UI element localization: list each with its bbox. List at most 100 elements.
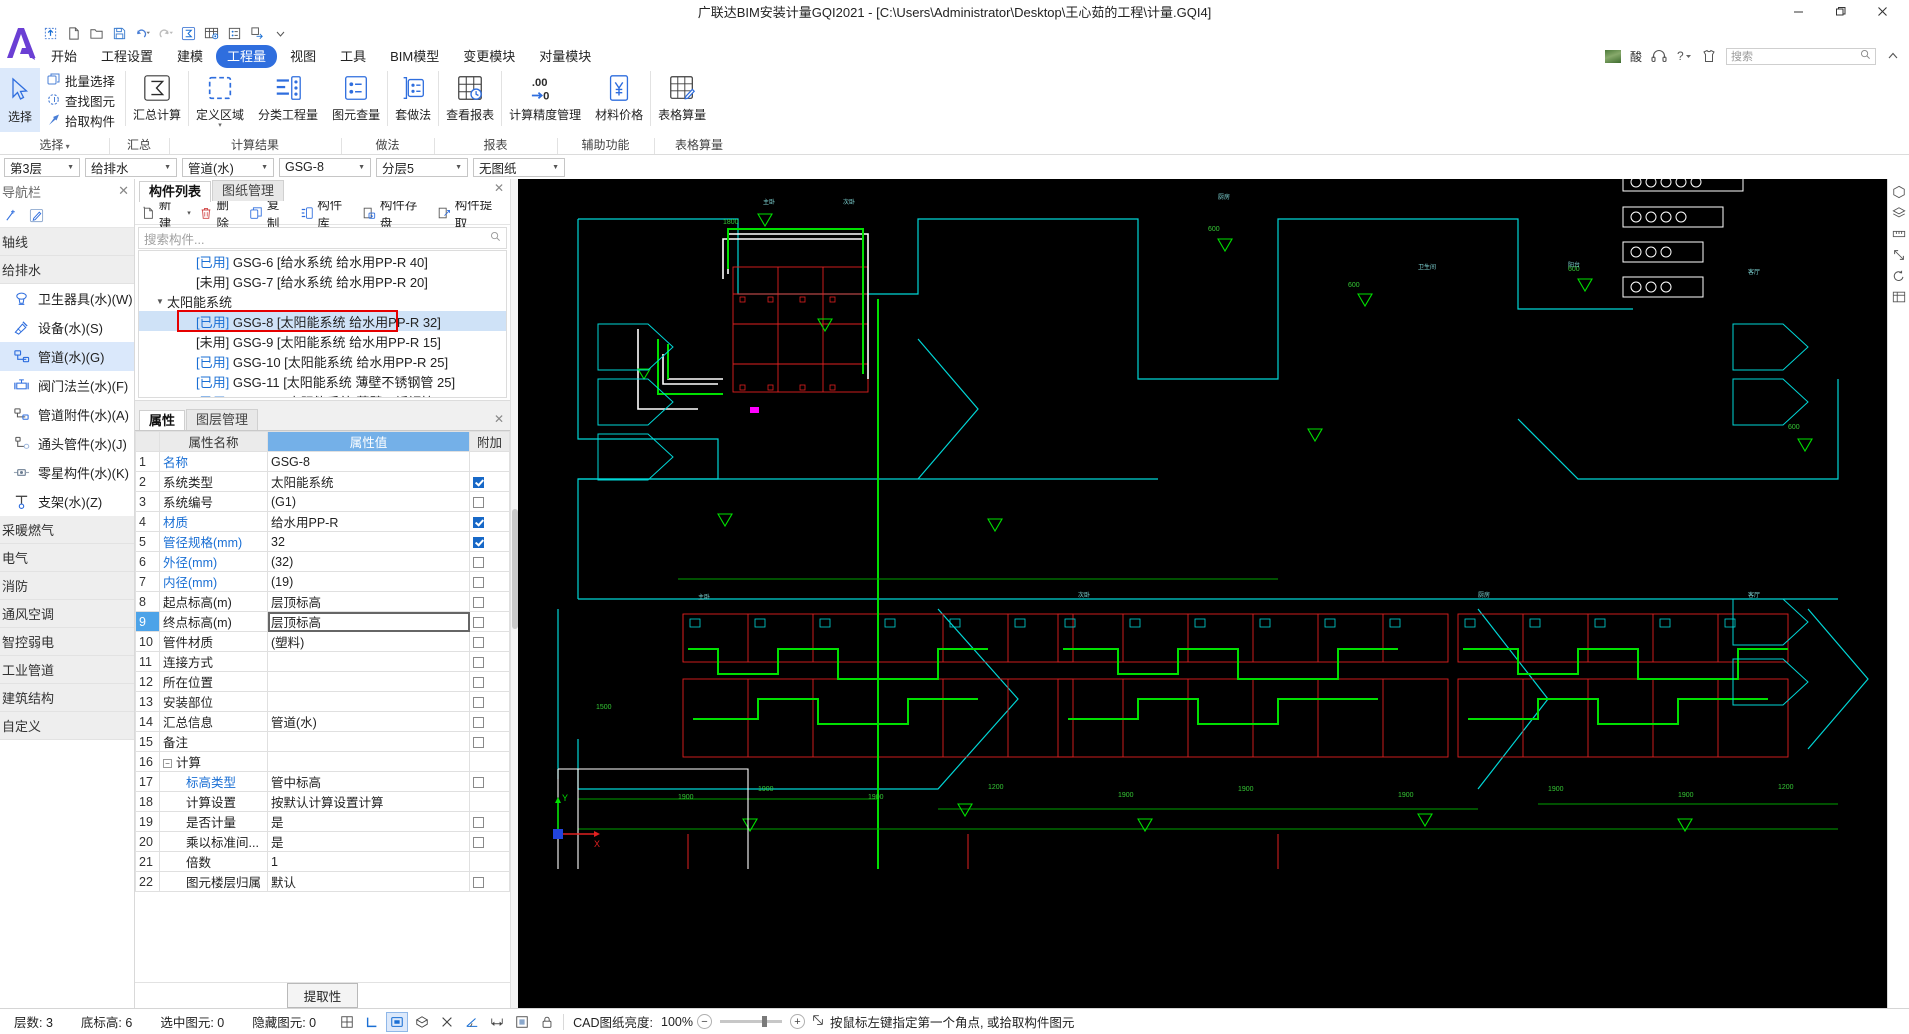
slider-knob[interactable] [761,1016,767,1027]
attach-checkbox[interactable] [473,676,484,688]
list-item[interactable]: [未用] GSG-9 [太阳能系统 给水用PP-R 15] [139,331,506,351]
add-node-icon[interactable] [1,206,21,225]
table-row[interactable]: 10 管件材质 (塑料) [135,631,510,652]
component-search-input[interactable]: 搜索构件... [138,227,507,249]
sidebar-item-sanitary[interactable]: 卫生器具(水)(W) [0,284,134,313]
help-icon[interactable]: ? [1676,48,1692,64]
component-extract-button[interactable]: 构件提取 [434,198,507,231]
table-row[interactable]: 19 是否计量是 [135,811,510,832]
layer-select[interactable]: 分层5 ▼ [376,157,468,177]
tab-properties[interactable]: 属性 [139,410,186,431]
table-row[interactable]: 18 计算设置 按默认计算设置计算 [135,791,510,812]
undo-icon[interactable] [132,24,152,42]
precision-management-button[interactable]: .00 0 计算精度管理 [502,68,588,132]
classify-quantity-button[interactable]: 分类工程量 [251,68,325,132]
attach-checkbox[interactable] [473,636,484,648]
sum-icon[interactable] [178,24,198,42]
component-list[interactable]: [已用] GSG-6 [给水系统 给水用PP-R 40] [未用] GSG-7 … [138,250,507,398]
brightness-slider[interactable] [719,1016,782,1027]
sidebar-group-axis[interactable]: 轴线 [0,228,134,256]
tab-layer-management[interactable]: 图层管理 [186,409,259,430]
element-query-button[interactable]: 图元查量 [325,68,387,132]
copy-component-button[interactable]: 复制 [246,198,294,231]
tab-gongchengshezhi[interactable]: 工程设置 [90,45,164,68]
attach-checkbox[interactable] [473,496,484,508]
tab-jianmo[interactable]: 建模 [166,45,214,68]
headset-icon[interactable] [1651,48,1667,64]
collapse-icon[interactable]: − [163,759,172,769]
cad-canvas[interactable]: 1500 1900 1900 1900 1200 1900 1900 1900 1900… [518,179,1887,1008]
component-type-select[interactable]: 管道(水) ▼ [182,157,274,177]
table-row[interactable]: 11 连接方式 [135,651,510,672]
sidebar-item-valve[interactable]: 阀门法兰(水)(F) [0,371,134,400]
grid-icon[interactable] [201,24,221,42]
select-button[interactable]: 选择 [0,68,40,132]
sidebar-group-heating-gas[interactable]: 采暖燃气 [0,516,134,544]
table-row[interactable]: 4 材质 给水用PP-R [135,511,510,532]
table-row[interactable]: 1 名称 GSG-8 [135,451,510,472]
attach-checkbox[interactable] [473,656,484,668]
summary-calc-button[interactable]: 汇总计算 [126,68,188,132]
sidebar-item-pipe[interactable]: 管道(水)(G) [0,342,134,371]
cube-3d-icon[interactable] [1890,183,1908,201]
close-icon[interactable]: ✕ [494,181,504,195]
list-group-solar[interactable]: ▼ 太阳能系统 [139,291,506,311]
component-library-button[interactable]: 构件库 [296,198,357,231]
tab-bim-moxing[interactable]: BIM模型 [379,45,450,68]
extract-property-button[interactable]: 提取性 [286,983,359,1008]
chevron-down-icon[interactable]: ▾ [218,122,222,129]
sidebar-group-industrial-pipe[interactable]: 工业管道 [0,656,134,684]
table-row[interactable]: 17 标高类型 管中标高 [135,771,510,792]
redo-icon[interactable] [155,24,175,42]
attach-checkbox[interactable] [473,556,484,568]
table-row-group[interactable]: 16− 计算 [135,751,510,772]
sidebar-group-fire[interactable]: 消防 [0,572,134,600]
material-price-button[interactable]: 材料价格 [588,68,650,132]
sidebar-item-tee-fitting[interactable]: 通头管件(水)(J) [0,429,134,458]
tab-shitu[interactable]: 视图 [279,45,327,68]
attach-checkbox[interactable] [473,616,484,628]
table-row[interactable]: 13 安装部位 [135,691,510,712]
discipline-select[interactable]: 给排水 ▼ [85,157,177,177]
triangle-down-icon[interactable]: ▼ [156,297,164,306]
tab-drawing-management[interactable]: 图纸管理 [212,180,285,201]
table-row[interactable]: 12 所在位置 [135,671,510,692]
close-button[interactable] [1861,0,1903,22]
batch-select-button[interactable]: 批量选择 [42,71,119,89]
sidebar-group-custom[interactable]: 自定义 [0,712,134,740]
table-quantity-button[interactable]: 表格算量 [651,68,713,132]
define-area-button[interactable]: 定义区域 ▾ [189,68,251,132]
selection-mode-icon[interactable] [386,1011,409,1032]
table-row[interactable]: 20 乘以标准间... 是 [135,831,510,852]
edit-node-icon[interactable] [26,206,46,225]
panel-scrollbar[interactable] [510,179,518,1008]
sidebar-group-plumbing[interactable]: 给排水 [0,256,134,284]
attach-checkbox[interactable] [473,576,484,588]
solid-view-icon[interactable] [411,1012,433,1032]
snap-endpoint-icon[interactable] [336,1012,358,1032]
table-row[interactable]: 3 系统编号 (G1) [135,491,510,512]
table-row[interactable]: 14 汇总信息 管道(水) [135,711,510,732]
swap-icon[interactable] [247,24,267,42]
attach-checkbox[interactable] [473,816,484,828]
table-row[interactable]: 22 图元楼层归属 默认 [135,871,510,892]
new-file-icon[interactable] [63,24,83,42]
tab-biangengmokuai[interactable]: 变更模块 [452,45,526,68]
table-row[interactable]: 7 内径(mm) (19) [135,571,510,592]
rotate-icon[interactable] [1890,267,1908,285]
sidebar-group-electrical[interactable]: 电气 [0,544,134,572]
attach-checkbox[interactable] [473,536,484,548]
sidebar-item-bracket[interactable]: 支架(水)(Z) [0,487,134,516]
table-row[interactable]: 21 倍数 1 [135,851,510,872]
save-icon[interactable] [40,24,60,42]
shirt-icon[interactable] [1701,48,1717,64]
sidebar-group-weak-current[interactable]: 智控弱电 [0,628,134,656]
attach-checkbox[interactable] [473,516,484,528]
ortho-mode-icon[interactable] [361,1012,383,1032]
expand-icon[interactable] [1890,246,1908,264]
sidebar-group-structure[interactable]: 建筑结构 [0,684,134,712]
open-folder-icon[interactable] [86,24,106,42]
attach-checkbox[interactable] [473,596,484,608]
attach-checkbox[interactable] [473,476,484,488]
list-item[interactable]: [已用] GSG-10 [太阳能系统 给水用PP-R 25] [139,351,506,371]
